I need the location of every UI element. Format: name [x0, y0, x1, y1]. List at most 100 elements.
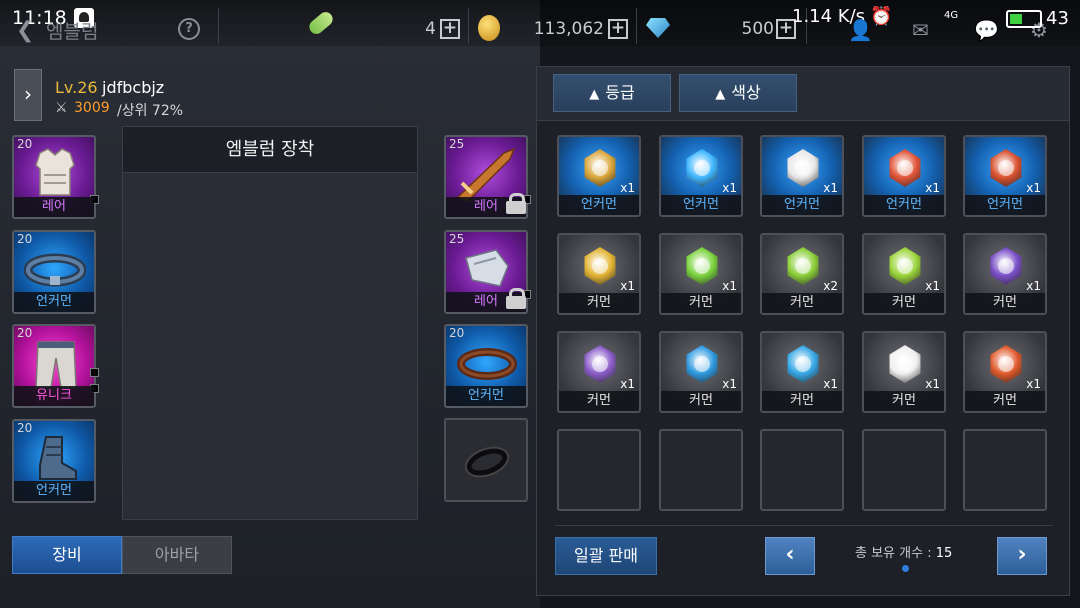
tab-avatar[interactable]: 아바타	[122, 536, 232, 574]
gold-coin-icon	[478, 15, 500, 41]
emblem-item[interactable]: x1 커먼	[862, 331, 946, 413]
equip-slot-weapon[interactable]: 25 레어	[444, 135, 528, 219]
item-grade: 커먼	[559, 293, 639, 313]
diamond-count: 500	[741, 19, 774, 39]
empty-inventory-slot[interactable]	[659, 429, 743, 511]
gauntlet-icon	[465, 249, 509, 287]
belt-icon	[24, 253, 86, 287]
slot-grade: 레어	[14, 197, 94, 217]
lock-icon	[506, 288, 526, 309]
item-grade: 커먼	[965, 391, 1045, 411]
slot-grade: 언커먼	[446, 386, 526, 406]
equip-slot-gloves[interactable]: 25 레어	[444, 230, 528, 314]
item-quantity: x1	[925, 377, 940, 391]
slot-level: 20	[17, 421, 33, 435]
equip-slot-pants[interactable]: 20 유니크	[12, 324, 96, 408]
emblem-item[interactable]: x1 커먼	[659, 233, 743, 315]
slot-level: 20	[449, 326, 465, 340]
emblem-equip-panel: 엠블럼 장착	[122, 126, 418, 520]
empty-inventory-slot[interactable]	[862, 429, 946, 511]
emblem-item[interactable]: x1 언커먼	[557, 135, 641, 217]
lock-icon	[506, 193, 526, 214]
emblem-item[interactable]: x1 커먼	[659, 331, 743, 413]
back-arrow-icon[interactable]: ❮	[16, 18, 34, 43]
item-quantity: x1	[1026, 279, 1041, 293]
emblem-item[interactable]: x1 언커먼	[963, 135, 1047, 217]
emblem-icon	[990, 149, 1022, 187]
divider	[555, 525, 1053, 526]
next-page-button[interactable]: ›	[997, 537, 1047, 575]
emblem-icon	[990, 247, 1022, 285]
divider	[636, 8, 637, 44]
sort-by-color-button[interactable]: ▲ 색상	[679, 74, 797, 112]
filter-label: 색상	[731, 83, 761, 102]
item-quantity: x1	[722, 377, 737, 391]
equip-slot-boots[interactable]: 20 언커먼	[12, 419, 96, 503]
gold-count: 113,062	[533, 19, 604, 39]
boots-icon	[39, 436, 77, 480]
add-gold-button[interactable]: +	[608, 19, 628, 39]
empty-inventory-slot[interactable]	[963, 429, 1047, 511]
slot-level: 25	[449, 232, 465, 246]
emblem-icon	[990, 345, 1022, 383]
equip-slot-necklace[interactable]: 20 언커먼	[444, 324, 528, 408]
tab-equipment[interactable]: 장비	[12, 536, 122, 574]
filter-label: 등급	[605, 83, 635, 102]
emblem-item[interactable]: x1 언커먼	[760, 135, 844, 217]
mail-icon[interactable]: ✉	[912, 18, 929, 42]
emblem-item[interactable]: x1 언커먼	[862, 135, 946, 217]
sort-by-grade-button[interactable]: ▲ 등급	[553, 74, 671, 112]
emblem-item[interactable]: x1 커먼	[963, 331, 1047, 413]
slot-level: 20	[17, 137, 33, 151]
item-grade: 커먼	[661, 293, 741, 313]
emblem-item[interactable]: x1 커먼	[862, 233, 946, 315]
total-count: 총 보유 개수 : 15	[855, 542, 952, 561]
sort-arrow-icon: ▲	[589, 87, 600, 102]
empty-inventory-slot[interactable]	[760, 429, 844, 511]
equip-slot-ring-empty[interactable]	[444, 418, 528, 502]
bulk-sell-button[interactable]: 일괄 판매	[555, 537, 657, 575]
help-icon[interactable]: ?	[178, 18, 200, 40]
item-quantity: x1	[1026, 181, 1041, 195]
slot-marker	[90, 368, 99, 377]
filter-bar: ▲ 등급 ▲ 색상	[537, 67, 1069, 121]
chat-icon[interactable]: 💬	[974, 18, 999, 42]
item-grade: 커먼	[559, 391, 639, 411]
prev-page-button[interactable]: ‹	[765, 537, 815, 575]
empty-inventory-slot[interactable]	[557, 429, 641, 511]
battery-icon	[1006, 10, 1042, 28]
emblem-item[interactable]: x1 언커먼	[659, 135, 743, 217]
item-grade: 언커먼	[762, 195, 842, 215]
item-quantity: x1	[620, 181, 635, 195]
emblem-icon	[584, 247, 616, 285]
equip-slot-belt[interactable]: 20 언커먼	[12, 230, 96, 314]
emblem-icon	[787, 247, 819, 285]
emblem-item[interactable]: x1 커먼	[557, 331, 641, 413]
expand-profile-button[interactable]: ›	[14, 69, 42, 121]
emblem-icon	[787, 345, 819, 383]
signal-type: 4G	[944, 10, 959, 21]
emblem-equip-title: 엠블럼 장착	[123, 127, 417, 173]
emblem-item[interactable]: x1 커먼	[963, 233, 1047, 315]
emblem-icon	[889, 247, 921, 285]
slot-level: 20	[17, 326, 33, 340]
item-quantity: x1	[1026, 377, 1041, 391]
alarm-icon: ⏰	[870, 6, 893, 27]
item-grade: 언커먼	[661, 195, 741, 215]
item-grade: 언커먼	[864, 195, 944, 215]
divider	[218, 8, 219, 44]
emblem-icon	[584, 345, 616, 383]
item-grade: 언커먼	[559, 195, 639, 215]
emblem-inventory-panel: ▲ 등급 ▲ 색상 x1 언커먼 x1 언커먼 x1 언커먼 x1 언커먼 x1 언커먼 x1 커먼 x1 커…	[536, 66, 1070, 596]
emblem-item[interactable]: x1 커먼	[760, 331, 844, 413]
item-quantity: x1	[823, 377, 838, 391]
emblem-item[interactable]: x2 커먼	[760, 233, 844, 315]
energy-count: 4	[425, 19, 436, 39]
emblem-item[interactable]: x1 커먼	[557, 233, 641, 315]
necklace-icon	[457, 348, 517, 380]
emblem-icon	[584, 149, 616, 187]
equip-slot-chest[interactable]: 20 레어	[12, 135, 96, 219]
add-energy-button[interactable]: +	[440, 19, 460, 39]
emblem-icon	[889, 149, 921, 187]
item-grade: 커먼	[864, 391, 944, 411]
